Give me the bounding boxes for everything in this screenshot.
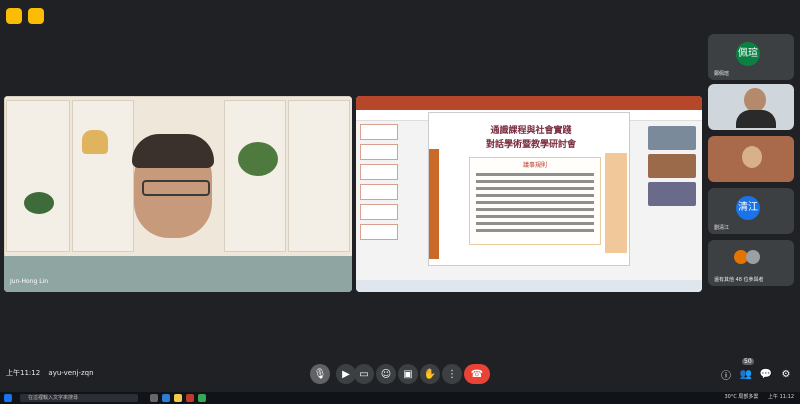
clock: 上午 11:12	[768, 394, 794, 400]
slide-thumbnail[interactable]	[360, 184, 398, 200]
leave-call-button[interactable]: ☎	[464, 364, 490, 384]
rules-line	[476, 180, 594, 183]
main-camera-tile[interactable]: Jun-Hong Lin	[4, 96, 352, 292]
activity-icon[interactable]	[6, 8, 22, 24]
people-button[interactable]: 👥 50	[736, 358, 756, 384]
emoji-button[interactable]: ☺	[376, 364, 396, 384]
activities-icon: ⚙	[781, 368, 791, 380]
slide-thumbnail[interactable]	[360, 124, 398, 140]
weather: 30°C 局部多雲	[724, 394, 759, 400]
side-tile-2[interactable]	[708, 84, 794, 130]
mic-icon: 🎙	[313, 368, 327, 380]
ppt-titlebar	[356, 96, 702, 110]
powerpoint-icon[interactable]	[186, 394, 194, 402]
screen-share-tile[interactable]: 通識課程與社會實踐 對話學術暨教學研討會 議事規則	[356, 96, 702, 292]
side-tile-label: 鄭佩瑄	[714, 71, 730, 77]
slide-thumbnails	[360, 124, 400, 264]
others-count-label: 還有其他 48 位參與者	[714, 277, 764, 283]
slide-title-line1: 通識課程與社會實踐	[490, 126, 572, 136]
people-count-badge: 50	[742, 358, 754, 365]
slide-side-art	[429, 149, 439, 259]
file-explorer-icon[interactable]	[174, 394, 182, 402]
camera-icon: ▶	[342, 368, 350, 380]
chrome-icon[interactable]	[198, 394, 206, 402]
video-person-body	[736, 110, 776, 128]
captions-button[interactable]: ▭	[354, 364, 374, 384]
shared-screen-participant-strip	[648, 126, 700, 246]
info-icon: ⓘ	[721, 370, 731, 382]
plant-right	[238, 142, 278, 176]
captions-icon: ▭	[359, 368, 369, 380]
participant-name-label: Jun-Hong Lin	[10, 278, 49, 285]
side-tile-4[interactable]: 清江 劉清江	[708, 188, 794, 234]
current-slide: 通識課程與社會實踐 對話學術暨教學研討會 議事規則	[428, 112, 630, 266]
shared-participant-tile	[648, 182, 696, 206]
shelf-mid-right	[224, 100, 286, 252]
camera-button[interactable]: ▶	[336, 364, 356, 384]
rules-line	[476, 194, 594, 197]
taskbar-search[interactable]: 在這裡輸入文字來搜尋	[20, 394, 138, 402]
group-avatar	[746, 250, 760, 264]
people-icon: 👥	[739, 368, 753, 380]
cabinet	[4, 256, 352, 292]
slide-art-right	[605, 153, 627, 253]
side-tile-5[interactable]: 還有其他 48 位參與者	[708, 240, 794, 286]
rules-line	[476, 215, 594, 218]
more-icon: ⋮	[447, 368, 457, 380]
shelf-left	[6, 100, 70, 252]
person-hair	[132, 134, 214, 168]
meeting-code: ayu-venj-zqn	[48, 369, 94, 377]
avatar: 清江	[736, 196, 760, 220]
meeting-time-and-code: 上午11:12 ayu-venj-zqn	[6, 368, 94, 378]
rules-box: 議事規則	[469, 157, 601, 245]
edge-icon[interactable]	[162, 394, 170, 402]
rules-line	[476, 208, 594, 211]
rules-line	[476, 201, 594, 204]
shelf-mid-left	[72, 100, 134, 252]
windows-start-icon[interactable]	[4, 394, 12, 402]
avatar: 佩瑄	[736, 42, 760, 66]
system-tray: 30°C 局部多雲 上午 11:12	[724, 393, 794, 400]
shelf-right	[288, 100, 350, 252]
video-person	[742, 146, 762, 168]
slide-thumbnail[interactable]	[360, 204, 398, 220]
side-tile-label: 劉清江	[714, 225, 730, 231]
video-person	[744, 88, 766, 112]
side-tile-1[interactable]: 佩瑄 鄭佩瑄	[708, 34, 794, 80]
mic-button[interactable]: 🎙	[310, 364, 330, 384]
present-button[interactable]: ▣	[398, 364, 418, 384]
shared-participant-tile	[648, 154, 696, 178]
emoji-icon: ☺	[380, 368, 392, 380]
more-button[interactable]: ⋮	[442, 364, 462, 384]
raise-hand-button[interactable]: ✋	[420, 364, 440, 384]
shared-windows-taskbar	[356, 280, 702, 292]
plant-left	[24, 192, 54, 214]
shared-participant-tile	[648, 126, 696, 150]
side-tile-3[interactable]	[708, 136, 794, 182]
phone-end-icon: ☎	[470, 368, 484, 380]
chat-button[interactable]: 💬	[756, 364, 776, 384]
task-view-icon[interactable]	[150, 394, 158, 402]
lamp	[82, 130, 108, 154]
slide-thumbnail[interactable]	[360, 164, 398, 180]
rules-line	[476, 187, 594, 190]
hand-icon: ✋	[423, 368, 437, 380]
clipboard-icon[interactable]	[28, 8, 44, 24]
activities-button[interactable]: ⚙	[776, 364, 796, 384]
rules-heading: 議事規則	[522, 162, 547, 169]
chat-icon: 💬	[759, 368, 773, 380]
rules-line	[476, 222, 594, 225]
rules-line	[476, 229, 594, 232]
slide-thumbnail[interactable]	[360, 144, 398, 160]
slide-title-line2: 對話學術暨教學研討會	[485, 140, 576, 150]
glasses	[142, 180, 210, 196]
windows-taskbar: 在這裡輸入文字來搜尋 30°C 局部多雲 上午 11:12	[0, 392, 800, 404]
rules-line	[476, 173, 594, 176]
meeting-time: 上午11:12	[6, 369, 41, 377]
present-icon: ▣	[403, 368, 413, 380]
slide-thumbnail[interactable]	[360, 224, 398, 240]
info-button[interactable]: ⓘ	[716, 364, 736, 384]
slide-footer	[429, 257, 629, 265]
